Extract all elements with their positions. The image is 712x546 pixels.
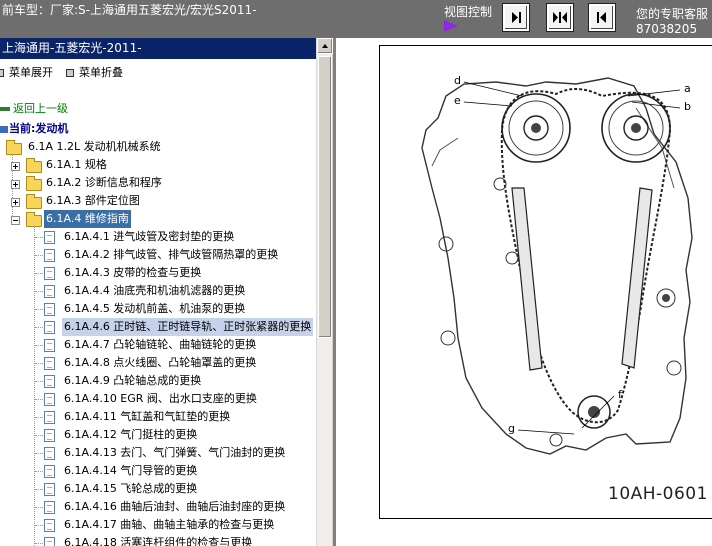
document-icon [44, 429, 55, 442]
figure-code: 10AH-0601 [608, 484, 708, 504]
repair-guide-item[interactable]: 6.1A.4.17 曲轴、曲轴主轴承的检查与更换 [64, 516, 274, 534]
app-window: 前车型：厂家:S-上海通用五菱宏光/宏光S2011- 视图控制 您的专职客服 8… [0, 0, 712, 546]
menu-collapse-button[interactable]: 菜单折叠 [66, 64, 123, 82]
tree-folder-spec[interactable]: 6.1A.1 规格 [46, 156, 107, 174]
menu-collapse-label: 菜单折叠 [79, 66, 123, 79]
tree-folder-diagnosis[interactable]: 6.1A.2 诊断信息和程序 [46, 174, 162, 192]
document-icon [44, 321, 55, 334]
folder-icon [26, 194, 42, 209]
customer-service-label: 您的专职客服 [636, 7, 709, 21]
document-icon [44, 447, 55, 460]
figure-callout-label: b [684, 100, 691, 113]
arrow-up-icon [322, 44, 328, 48]
expand-all-icon [0, 69, 4, 77]
folder-open-icon [6, 140, 22, 155]
figure-callout-label: d [454, 74, 461, 87]
repair-guide-item[interactable]: 6.1A.4.13 去门、气门弹簧、气门油封的更换 [64, 444, 285, 462]
document-icon [44, 483, 55, 496]
repair-guide-item[interactable]: 6.1A.4.6 正时链、正时链导轨、正时张紧器的更换 [62, 318, 314, 336]
split-view-icon [553, 12, 567, 23]
panel-header: 上海通用-五菱宏光-2011- [0, 38, 316, 59]
figure-callout-label: a [684, 82, 691, 95]
figure-callout-label: e [454, 94, 461, 107]
menu-expand-button[interactable]: 菜单展开 [0, 64, 53, 82]
collapse-toggle-icon[interactable] [11, 216, 20, 225]
view-expand-right-button[interactable] [503, 4, 529, 31]
menu-toolbar: 菜单展开 菜单折叠 [0, 64, 316, 82]
tree-folder-location[interactable]: 6.1A.3 部件定位图 [46, 192, 140, 210]
document-icon [44, 465, 55, 478]
expand-toggle-icon[interactable] [11, 198, 20, 207]
back-arrow-icon [0, 107, 10, 111]
repair-guide-item[interactable]: 6.1A.4.8 点火线圈、凸轮轴罩盖的更换 [64, 354, 256, 372]
document-icon [44, 411, 55, 424]
document-icon [44, 501, 55, 514]
customer-service-number: 87038205 [636, 22, 698, 36]
document-icon [44, 303, 55, 316]
figure-callout-label: f [618, 388, 622, 401]
repair-guide-item[interactable]: 6.1A.4.18 活塞连杆组件的检查与更换 [64, 534, 252, 546]
document-icon [44, 267, 55, 280]
expand-toggle-icon[interactable] [11, 180, 20, 189]
repair-guide-item[interactable]: 6.1A.4.2 排气歧管、排气歧管隔热罩的更换 [64, 246, 278, 264]
document-icon [44, 285, 55, 298]
top-bar: 前车型：厂家:S-上海通用五菱宏光/宏光S2011- 视图控制 您的专职客服 8… [0, 0, 712, 38]
document-icon [44, 519, 55, 532]
repair-guide-item[interactable]: 6.1A.4.5 发动机前盖、机油泵的更换 [64, 300, 245, 318]
folder-icon [26, 158, 42, 173]
repair-guide-item[interactable]: 6.1A.4.7 凸轮轴链轮、曲轴链轮的更换 [64, 336, 256, 354]
repair-guide-item[interactable]: 6.1A.4.12 气门挺柱的更换 [64, 426, 197, 444]
document-page: de ab f g 10AH-0601 [336, 38, 712, 546]
expand-toggle-icon[interactable] [11, 162, 20, 171]
collapse-all-icon [66, 69, 74, 77]
repair-guide-item[interactable]: 6.1A.4.14 气门导管的更换 [64, 462, 197, 480]
document-icon [44, 357, 55, 370]
tree-scrollbar[interactable] [316, 38, 333, 546]
repair-guide-item[interactable]: 6.1A.4.1 进气歧管及密封垫的更换 [64, 228, 234, 246]
repair-guide-item[interactable]: 6.1A.4.16 曲轴后油封、曲轴后油封座的更换 [64, 498, 285, 516]
tree-folder-repair-guide[interactable]: 6.1A.4 维修指南 [44, 210, 131, 228]
figure-callout-label: g [508, 422, 515, 435]
document-icon [44, 339, 55, 352]
menu-expand-label: 菜单展开 [9, 66, 53, 79]
folder-icon [26, 176, 42, 191]
view-control-arrow-icon[interactable] [444, 20, 458, 32]
customer-service-info: 您的专职客服 87038205 [636, 7, 708, 37]
current-section: 当前:发动机 [9, 122, 69, 135]
tree-root-folder[interactable]: 6.1A 1.2L 发动机机械系统 [28, 138, 161, 156]
timing-chain-diagram [421, 77, 693, 455]
document-icon [44, 537, 55, 546]
repair-guide-item[interactable]: 6.1A.4.11 气缸盖和气缸垫的更换 [64, 408, 230, 426]
repair-guide-item[interactable]: 6.1A.4.10 EGR 阀、出水口支座的更换 [64, 390, 257, 408]
arrow-left-bar-icon [597, 12, 606, 23]
document-icon [44, 249, 55, 262]
document-icon [44, 231, 55, 244]
arrow-right-bar-icon [512, 12, 521, 23]
document-view: de ab f g 10AH-0601 [333, 38, 712, 546]
scroll-thumb[interactable] [318, 56, 332, 338]
view-split-button[interactable] [547, 4, 573, 31]
scroll-up-button[interactable] [317, 38, 333, 54]
document-icon [44, 393, 55, 406]
view-expand-left-button[interactable] [589, 4, 615, 31]
repair-guide-item[interactable]: 6.1A.4.3 皮带的检查与更换 [64, 264, 201, 282]
repair-guide-item[interactable]: 6.1A.4.15 飞轮总成的更换 [64, 480, 197, 498]
repair-guide-item[interactable]: 6.1A.4.4 油底壳和机油机滤器的更换 [64, 282, 245, 300]
back-link[interactable]: 返回上一级 [13, 100, 68, 118]
view-control-label: 视图控制 [444, 5, 493, 19]
vehicle-title: 前车型：厂家:S-上海通用五菱宏光/宏光S2011- [2, 3, 257, 17]
repair-guide-item[interactable]: 6.1A.4.9 凸轮轴总成的更换 [64, 372, 201, 390]
navigation-panel: 上海通用-五菱宏光-2011- 菜单展开 菜单折叠 返回上一级 当前:发动机 6… [0, 38, 333, 546]
document-icon [44, 375, 55, 388]
